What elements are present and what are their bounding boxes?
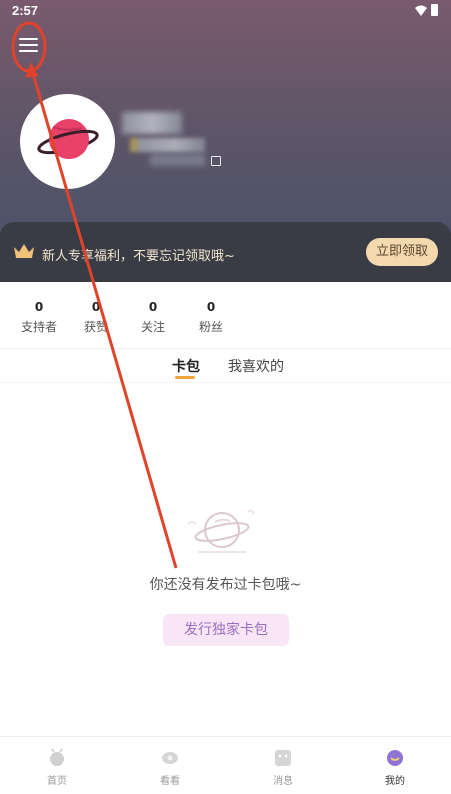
stat-label: 关注 xyxy=(140,320,165,334)
nav-messages[interactable]: 消息 xyxy=(227,737,339,794)
eye-icon xyxy=(162,752,178,764)
profile-icon xyxy=(387,750,403,766)
stat-value: 0 xyxy=(91,300,101,314)
status-time: 2:57 xyxy=(12,3,39,18)
nav-label: 看看 xyxy=(160,776,180,787)
stat-supporters[interactable]: 0 支持者 xyxy=(9,300,69,335)
copy-icon[interactable] xyxy=(211,156,221,166)
stat-likes[interactable]: 0 获赞 xyxy=(66,300,126,335)
avatar[interactable] xyxy=(20,94,115,189)
nav-home[interactable]: 首页 xyxy=(1,737,113,794)
active-tab-indicator xyxy=(175,376,195,379)
status-bar: 2:57 xyxy=(0,0,451,22)
profile-stats: 0 支持者 0 获赞 0 关注 0 粉丝 xyxy=(0,282,451,349)
stat-value: 0 xyxy=(206,300,216,314)
empty-state-text: 你还没有发布过卡包哦~ xyxy=(149,577,302,593)
battery-icon xyxy=(431,4,438,16)
nav-explore[interactable]: 看看 xyxy=(114,737,226,794)
user-id-redacted-line xyxy=(150,154,205,166)
stat-fans[interactable]: 0 粉丝 xyxy=(181,300,241,335)
stat-following[interactable]: 0 关注 xyxy=(123,300,183,335)
stat-label: 支持者 xyxy=(20,320,57,334)
banner-text: 新人专享福利，不要忘记领取哦~ xyxy=(42,249,235,264)
stat-value: 0 xyxy=(148,300,158,314)
nav-label: 首页 xyxy=(47,776,67,787)
planet-icon xyxy=(37,119,99,159)
home-icon xyxy=(50,749,64,766)
stat-label: 获赞 xyxy=(83,320,108,334)
content-tabs: 卡包 我喜欢的 xyxy=(0,350,451,383)
message-icon xyxy=(275,750,291,766)
user-id-redacted xyxy=(130,138,205,152)
nav-label: 消息 xyxy=(273,776,293,787)
tab-card-packs[interactable]: 卡包 xyxy=(172,356,200,376)
hamburger-menu-icon[interactable] xyxy=(14,30,44,60)
planet-icon xyxy=(187,509,255,553)
nav-profile[interactable]: 我的 xyxy=(339,737,451,794)
username-redacted xyxy=(122,112,182,134)
crown-icon xyxy=(14,244,34,258)
tab-favorites[interactable]: 我喜欢的 xyxy=(228,356,284,376)
bottom-navigation: 首页 看看 消息 我的 xyxy=(0,736,451,794)
wifi-icon xyxy=(415,5,427,16)
stat-value: 0 xyxy=(34,300,44,314)
claim-now-button[interactable]: 立即领取 xyxy=(366,238,438,266)
nav-label: 我的 xyxy=(385,776,405,787)
publish-exclusive-pack-button[interactable]: 发行独家卡包 xyxy=(163,614,289,646)
stat-label: 粉丝 xyxy=(198,320,223,334)
